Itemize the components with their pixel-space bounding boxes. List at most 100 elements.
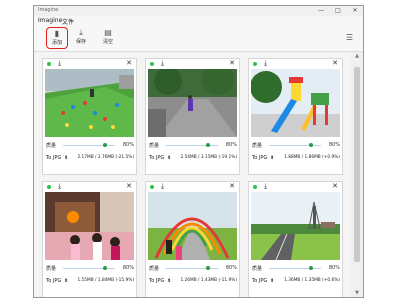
status-dot <box>253 62 257 66</box>
quality-slider[interactable] <box>269 145 321 146</box>
clear-label: 清空 <box>102 39 113 45</box>
sliders-icon[interactable]: ☰ <box>346 33 353 42</box>
image-thumbnail[interactable] <box>45 69 134 137</box>
chevron-updown-icon[interactable]: ⬍ <box>64 278 68 284</box>
quality-slider-knob[interactable] <box>308 143 313 147</box>
card-header: ⤓ ✕ <box>249 59 342 69</box>
quality-slider-knob[interactable] <box>102 266 107 270</box>
size-info: 1.55MB / 1.84MB (-15.9%) <box>77 278 134 283</box>
quality-value: 80% <box>122 265 134 271</box>
download-icon[interactable]: ⤓ <box>58 59 61 68</box>
add-label: 添加 <box>51 40 62 46</box>
quality-value: 80% <box>122 142 134 148</box>
quality-row: 质量 80% <box>45 141 134 151</box>
chevron-updown-icon[interactable]: ⬍ <box>270 278 274 284</box>
size-info: 1.88MB / 1.86MB (+0.9%) <box>284 155 340 160</box>
quality-slider-knob[interactable] <box>205 266 210 270</box>
status-dot <box>47 62 51 66</box>
status-dot <box>150 185 154 189</box>
clear-icon: ▤ <box>104 28 112 37</box>
quality-value: 80% <box>225 142 237 148</box>
format-select[interactable]: To JPG <box>46 155 61 161</box>
format-select[interactable]: To JPG <box>46 278 61 284</box>
format-select[interactable]: To JPG <box>252 155 267 161</box>
close-icon[interactable]: ✕ <box>229 182 235 190</box>
status-dot <box>253 185 257 189</box>
card-header: ⤓ ✕ <box>146 182 239 192</box>
quality-row: 质量 80% <box>148 264 237 274</box>
scroll-thumb[interactable] <box>354 67 360 262</box>
close-icon[interactable]: ✕ <box>126 182 132 190</box>
format-row: To JPG ⬍ 2.54MB / 3.15MB (-19.1%) <box>148 154 237 164</box>
quality-row: 质量 80% <box>251 264 340 274</box>
chevron-updown-icon[interactable]: ⬍ <box>270 155 274 161</box>
card-header: ⤓ ✕ <box>249 182 342 192</box>
quality-slider[interactable] <box>166 145 218 146</box>
menu-bar: Imagine 文件 <box>34 16 363 26</box>
download-icon[interactable]: ⤓ <box>161 59 164 68</box>
scroll-down-icon[interactable]: ▼ <box>351 289 363 297</box>
download-icon[interactable]: ⤓ <box>264 59 267 68</box>
quality-row: 质量 80% <box>45 264 134 274</box>
menu-imagine[interactable]: Imagine <box>38 17 62 24</box>
image-card[interactable]: ⤓ ✕ 质量 80% To JPG ⬍ 1.26MB / 1.43MB (-11… <box>145 181 240 297</box>
image-thumbnail[interactable] <box>45 192 134 260</box>
close-button[interactable]: ✕ <box>347 6 363 15</box>
title-bar: Imagine — □ ✕ <box>34 6 363 16</box>
add-button[interactable]: ▮ 添加 <box>46 27 68 49</box>
format-row: To JPG ⬍ 2.17MB / 2.76MB (-21.5%) <box>45 154 134 164</box>
quality-slider[interactable] <box>63 268 115 269</box>
download-icon[interactable]: ⤓ <box>264 182 267 191</box>
format-row: To JPG ⬍ 1.26MB / 1.43MB (-11.9%) <box>148 277 237 287</box>
image-thumbnail[interactable] <box>251 69 340 137</box>
image-card[interactable]: ⤓ ✕ 质量 80% To JPG ⬍ 1.36MB / 1.35MB (+0.… <box>248 181 343 297</box>
chevron-updown-icon[interactable]: ⬍ <box>167 155 171 161</box>
format-select[interactable]: To JPG <box>149 278 164 284</box>
close-icon[interactable]: ✕ <box>126 59 132 67</box>
card-header: ⤓ ✕ <box>43 182 136 192</box>
add-file-icon: ▮ <box>54 29 60 38</box>
size-info: 1.36MB / 1.35MB (+0.6%) <box>284 278 340 283</box>
download-icon: ⤓ <box>79 28 83 37</box>
quality-label: 质量 <box>252 143 263 149</box>
maximize-button[interactable]: □ <box>330 6 346 15</box>
toolbar: ▮ 添加 ⤓ 保存 ▤ 清空 ☰ <box>34 25 363 52</box>
format-select[interactable]: To JPG <box>149 155 164 161</box>
quality-value: 80% <box>328 142 340 148</box>
vertical-scrollbar[interactable]: ▲ ▼ <box>351 52 363 297</box>
quality-slider-knob[interactable] <box>205 143 210 147</box>
save-button[interactable]: ⤓ 保存 <box>70 27 92 49</box>
quality-slider-knob[interactable] <box>102 143 107 147</box>
quality-row: 质量 80% <box>148 141 237 151</box>
image-grid: ⤓ ✕ 质量 80% To JPG ⬍ 2.17MB / 2.76MB (-21… <box>36 52 352 297</box>
size-info: 2.17MB / 2.76MB (-21.5%) <box>77 155 134 160</box>
chevron-updown-icon[interactable]: ⬍ <box>167 278 171 284</box>
quality-label: 质量 <box>149 266 160 272</box>
quality-slider[interactable] <box>166 268 218 269</box>
download-icon[interactable]: ⤓ <box>58 182 61 191</box>
image-thumbnail[interactable] <box>148 69 237 137</box>
format-select[interactable]: To JPG <box>252 278 267 284</box>
scroll-up-icon[interactable]: ▲ <box>351 52 363 60</box>
image-card[interactable]: ⤓ ✕ 质量 80% To JPG ⬍ 2.54MB / 3.15MB (-19… <box>145 58 240 175</box>
window-title: Imagine <box>38 7 59 13</box>
status-dot <box>47 185 51 189</box>
quality-slider[interactable] <box>269 268 321 269</box>
download-icon[interactable]: ⤓ <box>161 182 164 191</box>
close-icon[interactable]: ✕ <box>332 59 338 67</box>
quality-value: 80% <box>225 265 237 271</box>
clear-button[interactable]: ▤ 清空 <box>97 27 119 49</box>
image-thumbnail[interactable] <box>251 192 340 260</box>
quality-label: 质量 <box>252 266 263 272</box>
close-icon[interactable]: ✕ <box>229 59 235 67</box>
image-card[interactable]: ⤓ ✕ 质量 80% To JPG ⬍ 1.88MB / 1.86MB (+0.… <box>248 58 343 175</box>
chevron-updown-icon[interactable]: ⬍ <box>64 155 68 161</box>
quality-slider[interactable] <box>63 145 115 146</box>
minimize-button[interactable]: — <box>313 6 329 15</box>
close-icon[interactable]: ✕ <box>332 182 338 190</box>
image-thumbnail[interactable] <box>148 192 237 260</box>
quality-slider-knob[interactable] <box>308 266 313 270</box>
image-card[interactable]: ⤓ ✕ 质量 80% To JPG ⬍ 1.55MB / 1.84MB (-15… <box>42 181 137 297</box>
image-card[interactable]: ⤓ ✕ 质量 80% To JPG ⬍ 2.17MB / 2.76MB (-21… <box>42 58 137 175</box>
app-window: Imagine — □ ✕ Imagine 文件 ▮ 添加 ⤓ 保存 ▤ 清空 … <box>33 5 364 298</box>
